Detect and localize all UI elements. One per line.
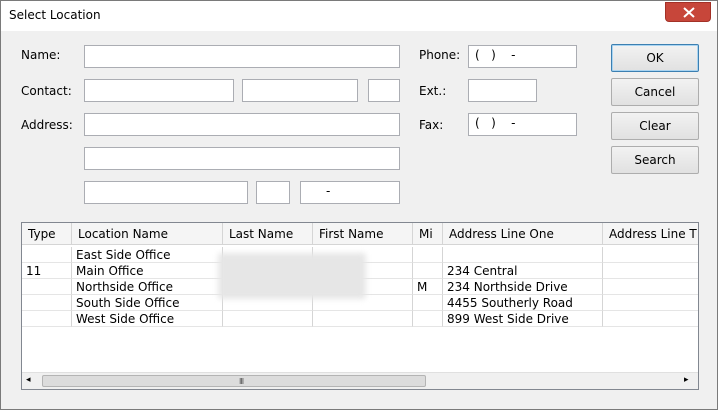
- fax-input[interactable]: ( ) -: [468, 113, 577, 136]
- cell-address-line-two: [603, 311, 698, 327]
- contact-label: Contact:: [21, 84, 72, 98]
- cell-address-line-one: 234 Central: [443, 263, 603, 279]
- cell-type: 11: [22, 263, 72, 279]
- ext-label: Ext.:: [419, 84, 447, 98]
- cell-type: [22, 279, 72, 295]
- address-line2-input[interactable]: [84, 147, 400, 170]
- clear-button[interactable]: Clear: [611, 112, 699, 140]
- cell-address-line-two: [603, 295, 698, 311]
- scrollbar-grip-icon: III: [239, 377, 244, 386]
- select-location-dialog: Select Location Name: Contact: Address: …: [0, 0, 718, 410]
- redacted-names: [218, 253, 366, 299]
- cell-first-name: [313, 311, 413, 327]
- phone-label: Phone:: [419, 48, 461, 62]
- column-header-type[interactable]: Type: [22, 223, 72, 245]
- cell-address-line-one: 4455 Southerly Road: [443, 295, 603, 311]
- cell-type: [22, 311, 72, 327]
- contact-last-input[interactable]: [242, 79, 358, 102]
- cell-type: [22, 247, 72, 263]
- ext-input[interactable]: [468, 79, 537, 102]
- cell-location-name: East Side Office: [72, 247, 223, 263]
- contact-mi-input[interactable]: [368, 79, 400, 102]
- title-bar: Select Location: [1, 1, 717, 31]
- column-header-last-name[interactable]: Last Name: [223, 223, 313, 245]
- cell-location-name: South Side Office: [72, 295, 223, 311]
- cell-address-line-two: [603, 263, 698, 279]
- window-title: Select Location: [9, 8, 101, 22]
- city-input[interactable]: [84, 181, 248, 204]
- ok-button[interactable]: OK: [611, 44, 699, 72]
- cell-mi: [413, 263, 443, 279]
- scrollbar-thumb[interactable]: III: [42, 375, 426, 387]
- cell-type: [22, 295, 72, 311]
- name-input[interactable]: [84, 45, 400, 68]
- close-icon: [683, 7, 695, 18]
- fax-label: Fax:: [419, 118, 444, 132]
- cell-location-name: Northside Office: [72, 279, 223, 295]
- results-grid[interactable]: Type Location Name Last Name First Name …: [21, 222, 699, 390]
- cell-location-name: Main Office: [72, 263, 223, 279]
- table-row[interactable]: West Side Office 899 West Side Drive: [22, 311, 698, 327]
- scroll-left-arrow-icon[interactable]: ◂: [26, 375, 31, 385]
- cell-mi: [413, 247, 443, 263]
- cell-mi: [413, 311, 443, 327]
- cell-mi: [413, 295, 443, 311]
- grid-header: Type Location Name Last Name First Name …: [22, 223, 698, 245]
- cell-last-name: [223, 311, 313, 327]
- cancel-button[interactable]: Cancel: [611, 78, 699, 106]
- cell-address-line-one: 899 West Side Drive: [443, 311, 603, 327]
- column-header-mi[interactable]: Mi: [413, 223, 443, 245]
- cell-mi: M: [413, 279, 443, 295]
- phone-input[interactable]: ( ) -: [468, 45, 577, 68]
- address-label: Address:: [21, 118, 73, 132]
- close-button[interactable]: [665, 2, 711, 22]
- cell-location-name: West Side Office: [72, 311, 223, 327]
- zip-input[interactable]: -: [300, 181, 400, 204]
- cell-address-line-one: [443, 247, 603, 263]
- state-input[interactable]: [256, 181, 290, 204]
- cell-address-line-two: [603, 279, 698, 295]
- cell-address-line-one: 234 Northside Drive: [443, 279, 603, 295]
- search-button[interactable]: Search: [611, 146, 699, 174]
- contact-first-input[interactable]: [84, 79, 234, 102]
- horizontal-scrollbar[interactable]: ◂ III ▸: [22, 372, 698, 389]
- column-header-address-line-one[interactable]: Address Line One: [443, 223, 603, 245]
- column-header-address-line-two[interactable]: Address Line T: [603, 223, 698, 245]
- cell-address-line-two: [603, 247, 698, 263]
- name-label: Name:: [21, 48, 61, 62]
- column-header-location-name[interactable]: Location Name: [72, 223, 223, 245]
- scroll-right-arrow-icon[interactable]: ▸: [684, 375, 689, 385]
- column-header-first-name[interactable]: First Name: [313, 223, 413, 245]
- address-line1-input[interactable]: [84, 113, 400, 136]
